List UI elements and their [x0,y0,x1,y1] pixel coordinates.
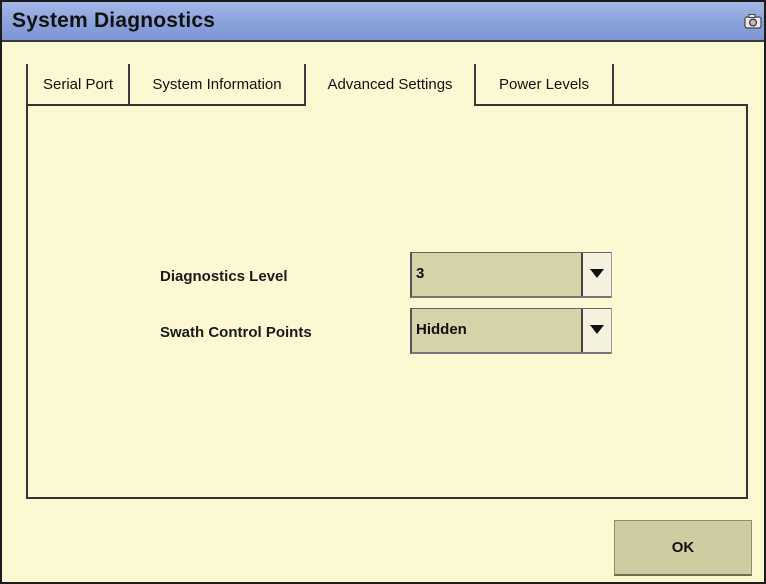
tab-label: Power Levels [498,76,590,93]
triangle-down-icon [590,269,604,278]
diagnostics-level-value: 3 [416,265,425,282]
advanced-settings-panel [26,104,748,499]
tab-system-information[interactable]: System Information [130,64,306,106]
title-bar: System Diagnostics [2,2,764,42]
dropdown-arrow-button[interactable] [581,253,611,296]
swath-control-points-value: Hidden [416,321,467,338]
swath-control-points-label: Swath Control Points [160,324,312,341]
window-title: System Diagnostics [12,9,216,32]
tab-label: System Information [152,76,282,93]
tab-label: Serial Port [42,76,114,93]
tab-bar: Serial Port System Information Advanced … [26,64,746,106]
camera-icon[interactable] [744,13,762,29]
dropdown-arrow-button[interactable] [581,309,611,352]
tab-serial-port[interactable]: Serial Port [26,64,130,106]
diagnostics-window: System Diagnostics Serial Port System In… [0,0,766,584]
swath-control-points-dropdown[interactable]: Hidden [410,308,612,354]
diagnostics-level-label: Diagnostics Level [160,268,288,285]
tab-advanced-settings[interactable]: Advanced Settings [306,64,476,106]
tab-power-levels[interactable]: Power Levels [476,64,614,106]
tab-label: Advanced Settings [327,76,453,93]
ok-button[interactable]: OK [614,520,752,576]
diagnostics-level-dropdown[interactable]: 3 [410,252,612,298]
triangle-down-icon [590,325,604,334]
